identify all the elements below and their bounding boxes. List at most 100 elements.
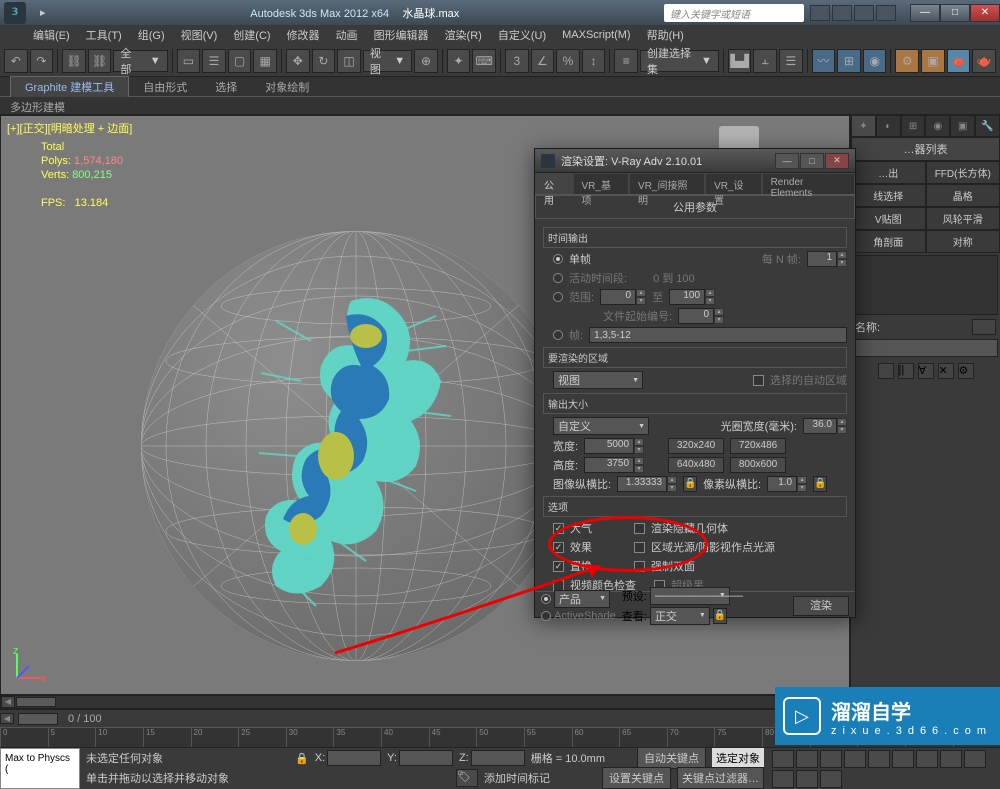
graphite-tab-modeling[interactable]: Graphite 建模工具 bbox=[10, 76, 129, 97]
play-button[interactable] bbox=[820, 750, 842, 768]
preset-320x240[interactable]: 320x240 bbox=[668, 438, 724, 454]
render-button[interactable]: 渲染 bbox=[793, 596, 849, 616]
graphite-tab-freeform[interactable]: 自由形式 bbox=[129, 77, 201, 97]
redo-button[interactable]: ↷ bbox=[30, 49, 54, 73]
menu-animation[interactable]: 动画 bbox=[328, 25, 366, 45]
tab-render-elements[interactable]: Render Elements bbox=[762, 173, 855, 194]
dialog-close-button[interactable]: ✕ bbox=[825, 153, 849, 169]
move-button[interactable]: ✥ bbox=[286, 49, 310, 73]
menu-edit[interactable]: 编辑(E) bbox=[25, 25, 78, 45]
y-coord-input[interactable] bbox=[399, 750, 453, 766]
lock-pixel-aspect-button[interactable]: 🔒 bbox=[813, 476, 827, 492]
auto-region-checkbox[interactable] bbox=[753, 375, 764, 386]
zoom-all-button[interactable] bbox=[916, 750, 938, 768]
cmd-tab-display[interactable]: ▣ bbox=[950, 115, 975, 137]
area-dropdown[interactable]: 视图 bbox=[553, 371, 643, 389]
tab-vr-gi[interactable]: VR_间接照明 bbox=[629, 173, 705, 194]
select-button[interactable]: ▭ bbox=[177, 49, 201, 73]
time-prev-button[interactable]: ◀ bbox=[0, 713, 14, 724]
snap-button[interactable]: 3 bbox=[505, 49, 529, 73]
select-name-button[interactable]: ☰ bbox=[202, 49, 226, 73]
grid-item[interactable]: 线选择 bbox=[851, 184, 926, 207]
orbit-button[interactable] bbox=[796, 770, 818, 788]
next-frame-button[interactable] bbox=[844, 750, 866, 768]
frames-input[interactable]: 1,3,5-12 bbox=[589, 327, 847, 343]
axis-gizmo[interactable]: z x bbox=[9, 646, 49, 686]
configure-button[interactable]: ⚙ bbox=[958, 363, 974, 379]
cmd-tab-utilities[interactable]: 🔧 bbox=[975, 115, 1000, 137]
link-button[interactable]: ⛓ bbox=[62, 49, 86, 73]
tab-common[interactable]: 公用 bbox=[535, 173, 573, 194]
radio-single[interactable] bbox=[553, 254, 563, 264]
pixel-aspect-input[interactable]: 1.0 bbox=[767, 476, 797, 492]
menu-graph[interactable]: 图形编辑器 bbox=[366, 25, 437, 45]
preset-640x480[interactable]: 640x480 bbox=[668, 457, 724, 473]
view-dropdown[interactable]: 正交 bbox=[650, 607, 710, 625]
effects-checkbox[interactable] bbox=[553, 542, 564, 553]
cmd-tab-motion[interactable]: ◉ bbox=[925, 115, 950, 137]
menu-modifiers[interactable]: 修改器 bbox=[279, 25, 328, 45]
preset-dropdown[interactable]: ———————— bbox=[650, 587, 730, 605]
unique-button[interactable]: ∀ bbox=[918, 363, 934, 379]
grid-item[interactable]: 对称 bbox=[926, 230, 1000, 253]
grid-item[interactable]: …出 bbox=[851, 161, 926, 184]
remove-button[interactable]: ✕ bbox=[938, 363, 954, 379]
app-icon[interactable]: 𝟯 bbox=[4, 2, 26, 24]
rotate-button[interactable]: ↻ bbox=[312, 49, 336, 73]
grid-item[interactable]: V贴图 bbox=[851, 207, 926, 230]
tab-vr-base[interactable]: VR_基项 bbox=[573, 173, 630, 194]
spinner-snap-button[interactable]: ↕ bbox=[582, 49, 606, 73]
scale-button[interactable]: ◫ bbox=[337, 49, 361, 73]
graphite-tab-paint[interactable]: 对象绘制 bbox=[251, 77, 323, 97]
fov-button[interactable] bbox=[964, 750, 986, 768]
undo-button[interactable]: ↶ bbox=[4, 49, 28, 73]
cmd-tab-modify[interactable]: ◐ bbox=[876, 115, 901, 137]
radio-product[interactable] bbox=[541, 594, 551, 604]
menu-tools[interactable]: 工具(T) bbox=[78, 25, 130, 45]
area-lights-checkbox[interactable] bbox=[634, 542, 645, 553]
z-coord-input[interactable] bbox=[471, 750, 525, 766]
menu-customize[interactable]: 自定义(U) bbox=[490, 25, 554, 45]
angle-snap-button[interactable]: ∠ bbox=[531, 49, 555, 73]
layers-button[interactable]: ☰ bbox=[779, 49, 803, 73]
graphite-subpanel[interactable]: 多边形建模 bbox=[0, 97, 1000, 115]
cmd-tab-hierarchy[interactable]: ⊞ bbox=[901, 115, 926, 137]
pin-stack-button[interactable] bbox=[878, 363, 894, 379]
cmd-tab-create[interactable]: ✦ bbox=[851, 115, 876, 137]
image-aspect-input[interactable]: 1.33333 bbox=[617, 476, 667, 492]
curve-editor-button[interactable]: 〰 bbox=[812, 49, 836, 73]
selection-filter-dropdown[interactable]: 全部▼ bbox=[113, 50, 167, 72]
setkey-button[interactable]: 设置关键点 bbox=[602, 767, 671, 789]
menu-render[interactable]: 渲染(R) bbox=[437, 25, 490, 45]
menu-group[interactable]: 组(G) bbox=[130, 25, 173, 45]
width-input[interactable]: 5000 bbox=[584, 438, 634, 454]
size-preset-dropdown[interactable]: 自定义 bbox=[553, 417, 649, 435]
render-button[interactable]: 🫖 bbox=[947, 49, 971, 73]
window-crossing-button[interactable]: ▦ bbox=[253, 49, 277, 73]
named-selection-dropdown[interactable]: 创建选择集▼ bbox=[640, 50, 719, 72]
zoom-button[interactable] bbox=[892, 750, 914, 768]
preset-800x600[interactable]: 800x600 bbox=[730, 457, 786, 473]
star-icon[interactable] bbox=[854, 5, 874, 21]
help-icon[interactable] bbox=[810, 5, 830, 21]
dialog-titlebar[interactable]: 渲染设置: V-Ray Adv 2.10.01 — □ ✕ bbox=[535, 149, 855, 173]
autokey-button[interactable]: 自动关键点 bbox=[637, 747, 706, 769]
menu-help[interactable]: 帮助(H) bbox=[639, 25, 692, 45]
tag-icon[interactable]: 🏷 bbox=[456, 769, 478, 787]
time-slider-thumb[interactable] bbox=[18, 713, 58, 725]
render-frame-button[interactable]: ▣ bbox=[921, 49, 945, 73]
selected-dropdown[interactable]: 选定对象 bbox=[712, 748, 764, 768]
menu-views[interactable]: 视图(V) bbox=[173, 25, 226, 45]
grid-item[interactable]: 角剖面 bbox=[851, 230, 926, 253]
modifier-list-label[interactable]: …器列表 bbox=[851, 137, 1000, 161]
x-coord-input[interactable] bbox=[327, 750, 381, 766]
preset-720x486[interactable]: 720x486 bbox=[730, 438, 786, 454]
close-button[interactable]: ✕ bbox=[970, 4, 1000, 22]
dialog-minimize-button[interactable]: — bbox=[775, 153, 799, 169]
q-icon[interactable] bbox=[876, 5, 896, 21]
displace-checkbox[interactable] bbox=[553, 561, 564, 572]
maxscript-mini-listener[interactable]: Max to Physcs ( bbox=[0, 748, 80, 789]
material-button[interactable]: ◉ bbox=[863, 49, 887, 73]
percent-snap-button[interactable]: % bbox=[556, 49, 580, 73]
align-button[interactable]: ⫠ bbox=[753, 49, 777, 73]
